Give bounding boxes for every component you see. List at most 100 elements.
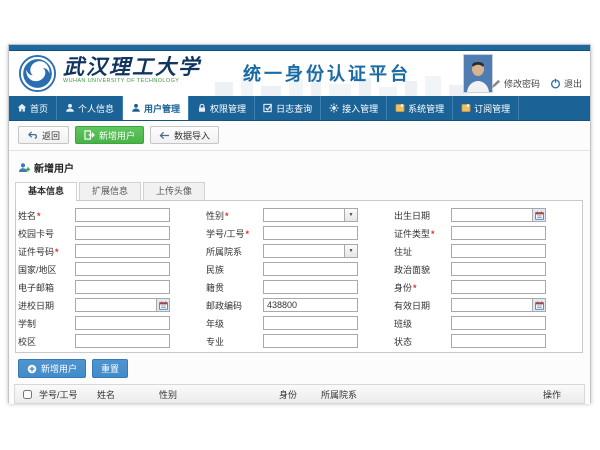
field-label: 电子邮箱 <box>18 281 75 294</box>
form-row: 进校日期 邮政编码 有效日期 <box>18 296 582 314</box>
dropdown-caret-icon[interactable]: ▼ <box>344 209 357 221</box>
data-import-button[interactable]: 数据导入 <box>150 126 219 144</box>
section-title: 新增用户 <box>34 160 74 175</box>
tab-upload-avatar[interactable]: 上传头像 <box>143 182 205 200</box>
ethnicity-field-input[interactable] <box>263 262 358 276</box>
field-label: 进校日期 <box>18 299 75 312</box>
political-status-field: 政治面貌 <box>394 262 581 276</box>
calendar-icon[interactable] <box>532 299 545 311</box>
calendar-icon[interactable] <box>532 209 545 221</box>
university-name-en: WUHAN UNIVERSITY OF TECHNOLOGY <box>63 79 201 85</box>
campus-card-field: 校园卡号 <box>18 226 205 240</box>
required-asterisk: * <box>246 229 250 239</box>
nav-item-access-mgmt[interactable]: 接入管理 <box>321 96 387 120</box>
nav-item-user-mgmt[interactable]: 用户管理 <box>123 96 189 120</box>
back-button[interactable]: 返回 <box>18 126 69 144</box>
nav-item-label: 系统管理 <box>408 102 444 115</box>
dropdown-caret-icon[interactable]: ▼ <box>344 245 357 257</box>
nav-item-label: 日志查询 <box>276 102 312 115</box>
field-label: 所属院系 <box>206 245 263 258</box>
class-field: 班级 <box>394 316 581 330</box>
button-label: 新增用户 <box>41 362 77 375</box>
tab-extended-info[interactable]: 扩展信息 <box>79 182 141 200</box>
class-field-input[interactable] <box>451 316 546 330</box>
field-label: 邮政编码 <box>206 299 263 312</box>
content-area: 返回新增用户数据导入 新增用户 基本信息扩展信息上传头像 姓名*性别*▼出生日期… <box>9 120 590 404</box>
required-asterisk: * <box>413 283 417 293</box>
id-type-field-input[interactable] <box>451 226 546 240</box>
book-icon <box>461 103 471 113</box>
valid-date-field: 有效日期 <box>394 298 581 312</box>
gear-icon <box>329 103 339 113</box>
identity-field-input[interactable] <box>451 280 546 294</box>
field-label: 年级 <box>206 317 263 330</box>
entry-date-field: 进校日期 <box>18 298 205 312</box>
column-header: 学号/工号 <box>39 388 97 401</box>
nav-item-label: 用户管理 <box>144 102 180 115</box>
section-header: 新增用户 <box>18 160 590 175</box>
field-label: 专业 <box>206 335 263 348</box>
nav-item-label: 接入管理 <box>342 102 378 115</box>
student-id-field-input[interactable] <box>263 226 358 240</box>
import-arrow-icon <box>159 131 170 140</box>
nav-item-profile[interactable]: 个人信息 <box>57 96 123 120</box>
campus-field-input[interactable] <box>75 334 170 348</box>
field-label: 姓名* <box>18 209 75 222</box>
field-label: 班级 <box>394 317 451 330</box>
id-number-field: 证件号码* <box>18 244 205 258</box>
native-place-field: 籍贯 <box>206 280 393 294</box>
native-place-field-input[interactable] <box>263 280 358 294</box>
form-actions: 新增用户 重置 <box>18 359 590 378</box>
country-region-field: 国家/地区 <box>18 262 205 276</box>
field-label: 状态 <box>394 335 451 348</box>
user-icon <box>131 103 141 113</box>
university-name-block: 武汉理工大学 WUHAN UNIVERSITY OF TECHNOLOGY <box>63 56 201 85</box>
major-field-input[interactable] <box>263 334 358 348</box>
email-field-input[interactable] <box>75 280 170 294</box>
add-user-button[interactable]: 新增用户 <box>75 126 144 144</box>
field-label: 证件类型* <box>394 227 451 240</box>
button-label: 新增用户 <box>99 129 135 142</box>
main-nav: 首页个人信息 用户管理 权限管理 日志查询 接入管理 系统管理 订阅管理 <box>9 96 590 120</box>
change-password-link[interactable]: 修改密码 <box>491 77 540 90</box>
tab-label: 基本信息 <box>28 186 64 196</box>
field-label: 有效日期 <box>394 299 451 312</box>
select-all-checkbox[interactable] <box>23 390 32 399</box>
nav-item-system-mgmt[interactable]: 系统管理 <box>387 96 453 120</box>
toolbar: 返回 新增用户 数据导入 <box>9 121 590 151</box>
address-field-input[interactable] <box>451 244 546 258</box>
status-field-input[interactable] <box>451 334 546 348</box>
postal-code-field-input[interactable] <box>263 298 358 312</box>
field-label: 学制 <box>18 317 75 330</box>
nav-item-label: 首页 <box>30 102 48 115</box>
nav-item-log-query[interactable]: 日志查询 <box>255 96 321 120</box>
field-label: 校园卡号 <box>18 227 75 240</box>
tab-basic-info[interactable]: 基本信息 <box>15 182 77 201</box>
nav-item-home[interactable]: 首页 <box>9 96 57 120</box>
lock-icon <box>197 103 207 113</box>
grade-field-input[interactable] <box>263 316 358 330</box>
id-number-field-input[interactable] <box>75 244 170 258</box>
nav-item-label: 订阅管理 <box>474 102 510 115</box>
campus-card-field-input[interactable] <box>75 226 170 240</box>
political-status-field-input[interactable] <box>451 262 546 276</box>
name-field-input[interactable] <box>75 208 170 222</box>
grade-field: 年级 <box>206 316 393 330</box>
app-window: 武汉理工大学 WUHAN UNIVERSITY OF TECHNOLOGY 统一… <box>8 44 591 403</box>
education-length-field-input[interactable] <box>75 316 170 330</box>
logout-link[interactable]: 退出 <box>550 77 582 90</box>
field-label: 证件号码* <box>18 245 75 258</box>
id-type-field: 证件类型* <box>394 226 581 240</box>
field-label: 政治面貌 <box>394 263 451 276</box>
submit-add-user-button[interactable]: 新增用户 <box>18 359 86 378</box>
calendar-icon[interactable] <box>156 299 169 311</box>
nav-item-subscription-mgmt[interactable]: 订阅管理 <box>453 96 519 120</box>
logout-label: 退出 <box>564 77 582 90</box>
button-label: 数据导入 <box>174 129 210 142</box>
nav-item-label: 权限管理 <box>210 102 246 115</box>
reset-button[interactable]: 重置 <box>92 359 128 378</box>
birth-date-field: 出生日期 <box>394 208 581 222</box>
nav-item-permission-mgmt[interactable]: 权限管理 <box>189 96 255 120</box>
country-region-field-input[interactable] <box>75 262 170 276</box>
header-links: 修改密码 退出 <box>481 77 582 90</box>
